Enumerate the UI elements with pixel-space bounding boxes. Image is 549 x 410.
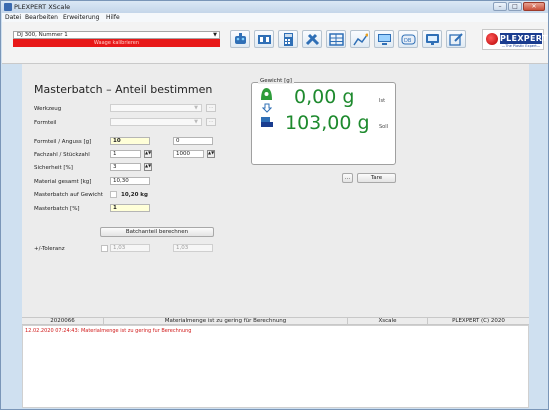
toleranz-input-1[interactable]: 1,03: [110, 244, 150, 252]
masterbatch-gewicht-label: Masterbatch auf Gewicht: [34, 192, 103, 198]
chevron-down-icon: ▼: [213, 32, 217, 38]
database-button[interactable]: DB: [398, 30, 418, 48]
edit-icon: [449, 33, 463, 46]
status-message: Materialmenge ist zu gering für Berechnu…: [104, 318, 348, 325]
tare-button[interactable]: Tare: [357, 173, 396, 183]
chevron-down-icon: ▼: [194, 119, 198, 125]
minimize-button[interactable]: –: [493, 2, 507, 11]
masterbatch-gewicht-checkbox[interactable]: [110, 191, 117, 198]
calculator-icon: [284, 33, 293, 46]
main-panel: Masterbatch – Anteil bestimmen Werkzeug …: [22, 64, 529, 317]
logo-mark: [486, 33, 498, 45]
soll-weight-value: 103,00 g: [285, 112, 370, 134]
soll-label: Soll: [379, 124, 389, 130]
stueckzahl-stepper[interactable]: ▲▼: [207, 150, 215, 158]
menu-datei[interactable]: Datei: [5, 14, 21, 21]
plexpert-logo: PLEXPERT —The Plastic Expert—: [482, 29, 548, 50]
menu-bearbeiten[interactable]: Bearbeiten: [25, 14, 58, 21]
chevron-down-icon: ▼: [194, 105, 198, 111]
page-title: Masterbatch – Anteil bestimmen: [34, 83, 213, 96]
menu-erweiterung[interactable]: Erweiterung: [63, 14, 99, 21]
svg-text:DB: DB: [404, 38, 412, 44]
device-select[interactable]: DJ 300, Nummer 1 ▼: [13, 31, 220, 39]
weight-legend: Gewicht [g]: [258, 78, 294, 84]
toleranz-checkbox[interactable]: [101, 245, 108, 252]
formteil-weight-input[interactable]: 10: [110, 137, 150, 145]
scale-soll-icon: [261, 117, 273, 127]
calculate-batch-button[interactable]: Batchanteil berechnen: [100, 227, 214, 237]
status-module: Xscale: [348, 318, 428, 325]
table-button[interactable]: [326, 30, 346, 48]
maximize-button[interactable]: □: [508, 2, 522, 11]
status-id: 2020066: [22, 318, 104, 325]
edit-button[interactable]: [446, 30, 466, 48]
sicherheit-input[interactable]: 3: [110, 163, 141, 171]
calibrate-scale-button[interactable]: Waage kalibrieren: [13, 39, 220, 47]
stueckzahl-input[interactable]: 1000: [173, 150, 204, 158]
sicherheit-label: Sicherheit [%]: [34, 165, 73, 171]
sicherheit-stepper[interactable]: ▲▼: [144, 163, 152, 171]
weight-options-button[interactable]: ...: [342, 173, 353, 183]
scale-ist-icon: [261, 88, 272, 100]
table-icon: [329, 33, 344, 46]
werkzeug-browse-button[interactable]: ...: [206, 104, 216, 112]
formteil-anguss-label: Formteil / Anguss [g]: [34, 139, 92, 145]
formteil-browse-button[interactable]: ...: [206, 118, 216, 126]
menu-hilfe[interactable]: Hilfe: [106, 14, 120, 21]
toleranz-label: +/-Toleranz: [34, 246, 65, 252]
arrow-down-icon: [262, 103, 272, 113]
tools-button[interactable]: [302, 30, 322, 48]
window-title: PLEXPERT XScale: [14, 3, 71, 11]
material-gesamt-input[interactable]: 10,30: [110, 177, 150, 185]
title-bar: PLEXPERT XScale – □ ✕: [1, 1, 548, 13]
anguss-weight-input[interactable]: 0: [173, 137, 213, 145]
app-window: PLEXPERT XScale – □ ✕ Datei Bearbeiten E…: [0, 0, 549, 410]
formteil-select[interactable]: ▼: [110, 118, 202, 126]
screen-icon: [426, 34, 439, 45]
weight-display: 0,00 g Ist 103,00 g Soll: [251, 82, 396, 165]
fachzahl-input[interactable]: 1: [110, 150, 141, 158]
robot-icon: [235, 33, 246, 44]
logo-text: PLEXPERT: [500, 33, 548, 44]
chart-button[interactable]: [350, 30, 370, 48]
monitor-icon: [378, 34, 391, 45]
masterbatch-pct-input[interactable]: 1: [110, 204, 150, 212]
masterbatch-gewicht-value: 10,20 kg: [121, 192, 148, 198]
app-icon: [4, 3, 12, 11]
calculator-button[interactable]: [278, 30, 298, 48]
menu-bar: Datei Bearbeiten Erweiterung Hilfe: [2, 13, 548, 22]
masterbatch-pct-label: Masterbatch [%]: [34, 206, 80, 212]
screen-button[interactable]: [422, 30, 442, 48]
message-log: 12.02.2020 07:24:43: Materialmenge ist z…: [22, 325, 529, 408]
database-icon: DB: [401, 34, 416, 45]
toolbar: DJ 300, Nummer 1 ▼ Waage kalibrieren DB: [2, 22, 548, 64]
ist-label: Ist: [379, 98, 386, 104]
device-select-value: DJ 300, Nummer 1: [17, 32, 68, 38]
werkzeug-select[interactable]: ▼: [110, 104, 202, 112]
status-bar: 2020066 Materialmenge ist zu gering für …: [22, 317, 529, 325]
toleranz-input-2[interactable]: 1,03: [173, 244, 213, 252]
logo-tagline: —The Plastic Expert—: [501, 44, 541, 48]
film-button[interactable]: [254, 30, 274, 48]
tools-icon: [305, 33, 320, 46]
close-button[interactable]: ✕: [523, 2, 545, 11]
ist-weight-value: 0,00 g: [294, 86, 355, 108]
monitor-button[interactable]: [374, 30, 394, 48]
log-entry: 12.02.2020 07:24:43: Materialmenge ist z…: [25, 328, 192, 334]
film-icon: [258, 35, 271, 44]
formteil-label: Formteil: [34, 120, 57, 126]
robot-button[interactable]: [230, 30, 250, 48]
werkzeug-label: Werkzeug: [34, 106, 62, 112]
fachzahl-stepper[interactable]: ▲▼: [144, 150, 152, 158]
chart-icon: [353, 33, 368, 46]
fachzahl-label: Fachzahl / Stückzahl: [34, 152, 90, 158]
status-copyright: PLEXPERT (C) 2020: [452, 318, 505, 324]
material-gesamt-label: Material gesamt [kg]: [34, 179, 92, 185]
